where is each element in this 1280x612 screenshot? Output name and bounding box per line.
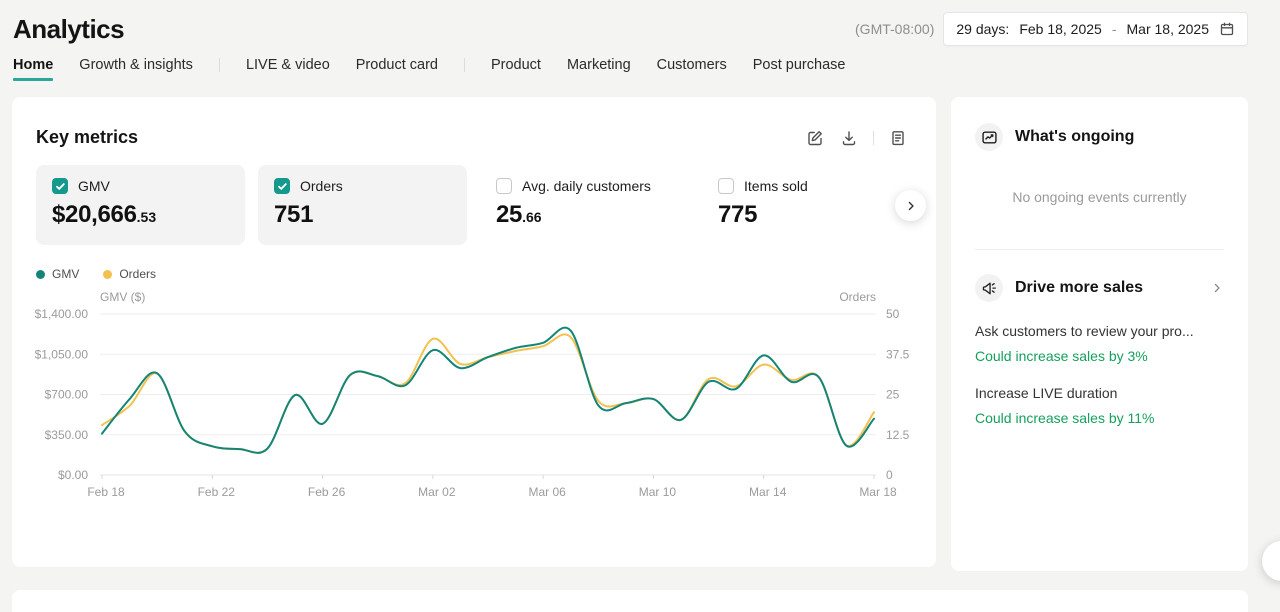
svg-text:50: 50: [886, 307, 900, 321]
legend-label: Orders: [119, 267, 156, 281]
metric-value: $20,666.53: [52, 201, 229, 229]
no-events-text: No ongoing events currently: [975, 189, 1224, 205]
metric-value: 751: [274, 201, 451, 229]
orders-legend-dot: [103, 270, 112, 279]
drive-more-sales-title: Drive more sales: [1015, 279, 1143, 297]
svg-text:$350.00: $350.00: [45, 428, 89, 442]
legend-label: GMV: [52, 267, 79, 281]
tab-post-purchase[interactable]: Post purchase: [753, 53, 846, 83]
tab-live-video[interactable]: LIVE & video: [246, 53, 330, 83]
whats-ongoing-header: What's ongoing: [975, 123, 1224, 151]
trending-chart-icon: [975, 123, 1003, 151]
megaphone-icon: [975, 274, 1003, 302]
key-metrics-chart: $0.00 0 $350.00 12.5 $700.00 25 $1,050.00 37.5 $…: [12, 283, 936, 523]
svg-text:Mar 02: Mar 02: [418, 485, 456, 499]
metric-label: Orders: [300, 178, 343, 194]
edit-icon[interactable]: [805, 128, 825, 148]
content-row: Key metrics: [12, 97, 1280, 571]
timezone-label: (GMT-08:00): [855, 21, 934, 37]
nav-divider: [219, 58, 220, 72]
items-sold-checkbox[interactable]: [718, 178, 734, 194]
svg-text:25: 25: [886, 388, 900, 402]
metric-card-gmv[interactable]: GMV $20,666.53: [36, 165, 245, 245]
chart-legend: GMV Orders: [36, 267, 912, 281]
svg-text:Feb 18: Feb 18: [87, 485, 125, 499]
svg-text:GMV ($): GMV ($): [100, 290, 145, 304]
metric-value: 25.66: [496, 201, 673, 229]
metric-label: GMV: [78, 178, 110, 194]
nav-divider: [464, 58, 465, 72]
date-range-days: 29 days:: [956, 21, 1009, 37]
tab-growth-insights[interactable]: Growth & insights: [79, 53, 193, 83]
next-section-card: [12, 590, 1248, 612]
date-range-start: Feb 18, 2025: [1019, 21, 1102, 37]
svg-text:Mar 10: Mar 10: [639, 485, 677, 499]
orders-checkbox[interactable]: [274, 178, 290, 194]
drive-more-sales-header[interactable]: Drive more sales: [975, 274, 1224, 302]
download-icon[interactable]: [839, 128, 859, 148]
metric-label: Items sold: [744, 178, 808, 194]
avg-daily-customers-checkbox[interactable]: [496, 178, 512, 194]
line-chart-svg: $0.00 0 $350.00 12.5 $700.00 25 $1,050.00 37.5 $…: [12, 283, 936, 513]
analytics-page: Analytics (GMT-08:00) 29 days: Feb 18, 2…: [0, 0, 1280, 612]
sidebar-divider: [975, 249, 1224, 250]
svg-text:Orders: Orders: [839, 290, 876, 304]
svg-text:$700.00: $700.00: [45, 388, 89, 402]
date-range-separator: -: [1112, 21, 1117, 37]
legend-item-orders[interactable]: Orders: [103, 267, 156, 281]
key-metrics-header: Key metrics: [12, 97, 936, 148]
chevron-right-icon[interactable]: [1210, 281, 1224, 295]
svg-text:Mar 18: Mar 18: [859, 485, 897, 499]
metrics-row: GMV $20,666.53 Orders 751: [36, 165, 912, 245]
svg-text:$1,050.00: $1,050.00: [35, 347, 89, 361]
svg-text:Feb 26: Feb 26: [308, 485, 346, 499]
svg-text:37.5: 37.5: [886, 347, 910, 361]
nav-tabs: Home Growth & insights LIVE & video Prod…: [0, 52, 1280, 84]
key-metrics-title: Key metrics: [36, 127, 138, 148]
report-icon[interactable]: [888, 128, 908, 148]
gmv-checkbox[interactable]: [52, 178, 68, 194]
header-right: (GMT-08:00) 29 days: Feb 18, 2025 - Mar …: [855, 12, 1248, 46]
svg-text:Feb 22: Feb 22: [198, 485, 236, 499]
metric-label: Avg. daily customers: [522, 178, 651, 194]
chevron-right-icon: [904, 199, 918, 213]
svg-text:Mar 06: Mar 06: [528, 485, 566, 499]
metrics-next-button[interactable]: [895, 190, 926, 221]
calendar-icon: [1219, 21, 1235, 37]
tab-product[interactable]: Product: [491, 53, 541, 83]
metric-card-items-sold[interactable]: Items sold 775: [702, 165, 911, 245]
gmv-legend-dot: [36, 270, 45, 279]
svg-text:$1,400.00: $1,400.00: [35, 307, 89, 321]
page-title: Analytics: [13, 14, 124, 45]
date-range-picker[interactable]: 29 days: Feb 18, 2025 - Mar 18, 2025: [943, 12, 1248, 46]
tab-marketing[interactable]: Marketing: [567, 53, 631, 83]
key-metrics-card: Key metrics: [12, 97, 936, 567]
top-header: Analytics (GMT-08:00) 29 days: Feb 18, 2…: [0, 0, 1280, 48]
actions-divider: [873, 131, 874, 145]
metric-card-avg-daily-customers[interactable]: Avg. daily customers 25.66: [480, 165, 689, 245]
whats-ongoing-title: What's ongoing: [1015, 128, 1134, 146]
metric-card-orders[interactable]: Orders 751: [258, 165, 467, 245]
svg-text:$0.00: $0.00: [58, 468, 88, 482]
key-metrics-actions: [805, 128, 908, 148]
legend-item-gmv[interactable]: GMV: [36, 267, 79, 281]
date-range-end: Mar 18, 2025: [1127, 21, 1210, 37]
sidebar-card: What's ongoing No ongoing events current…: [951, 97, 1248, 571]
svg-text:Mar 14: Mar 14: [749, 485, 787, 499]
suggestion-live-duration[interactable]: Increase LIVE duration Could increase sa…: [975, 385, 1224, 426]
tab-customers[interactable]: Customers: [657, 53, 727, 83]
svg-text:0: 0: [886, 468, 893, 482]
suggestion-review-products[interactable]: Ask customers to review your pro... Coul…: [975, 323, 1224, 364]
svg-text:12.5: 12.5: [886, 428, 910, 442]
metric-value: 775: [718, 201, 895, 229]
tab-home[interactable]: Home: [13, 53, 53, 83]
tab-product-card[interactable]: Product card: [356, 53, 438, 83]
